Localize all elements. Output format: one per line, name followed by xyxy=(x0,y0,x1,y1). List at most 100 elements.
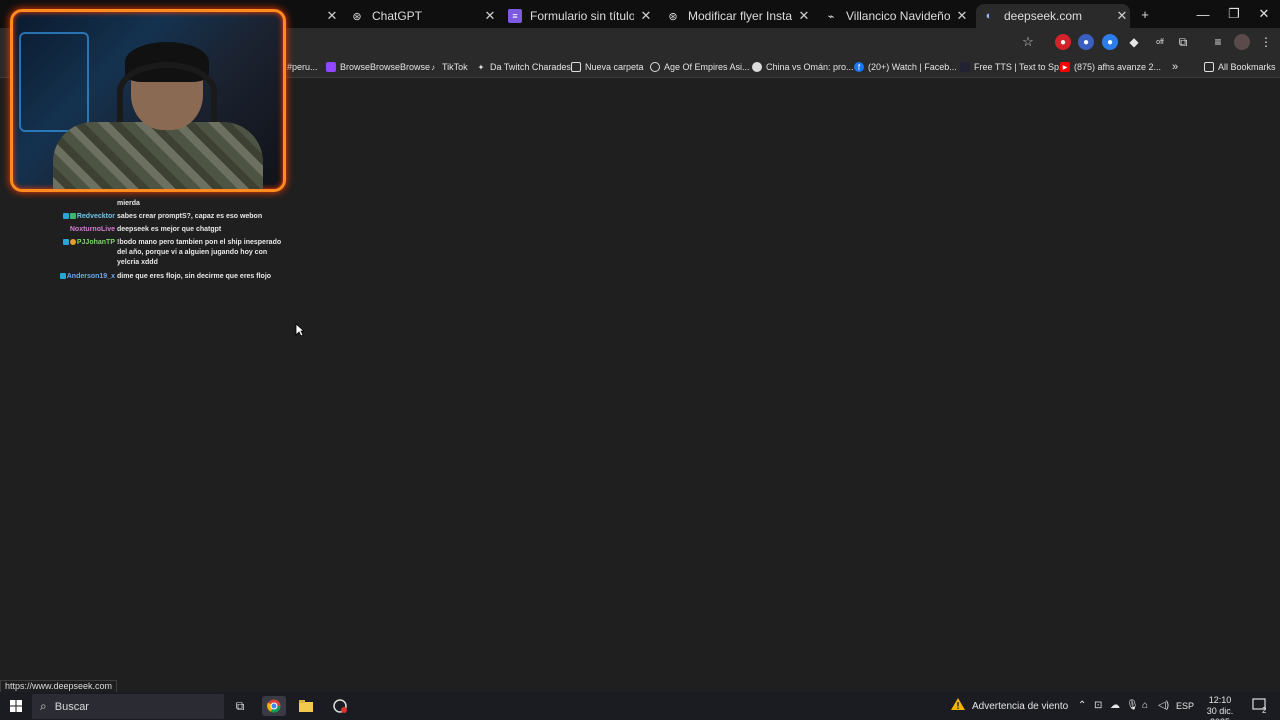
chatgpt-icon: ⊛ xyxy=(668,10,678,23)
tab-label: Formulario sin título - Formulari xyxy=(530,9,634,23)
bookmark-label: Da Twitch Charades xyxy=(490,62,571,72)
chatgpt-icon: ⊛ xyxy=(352,10,362,23)
webcam-overlay xyxy=(10,9,286,192)
clock[interactable]: 12:10 30 dic. 2025 xyxy=(1200,695,1240,720)
mouse-cursor-icon xyxy=(295,323,305,337)
chevron-up-icon[interactable]: ⌃ xyxy=(1078,700,1086,711)
close-icon[interactable]: ✕ xyxy=(638,8,654,24)
task-view-icon[interactable]: ⧉ xyxy=(230,696,250,716)
close-icon[interactable]: ✕ xyxy=(954,8,970,24)
tiktok-icon: ♪ xyxy=(431,62,435,72)
extension-red-icon[interactable]: ● xyxy=(1055,34,1071,50)
bookmark-label: #peru... xyxy=(287,62,318,72)
close-icon[interactable]: ✕ xyxy=(324,8,340,24)
globe-icon xyxy=(650,62,660,72)
chat-username: NoxturnoLive xyxy=(69,226,115,233)
close-icon[interactable]: ✕ xyxy=(796,8,812,24)
bookmark-label: (20+) Watch | Faceb... xyxy=(868,62,957,72)
bookmark-label: Nueva carpeta xyxy=(585,62,644,72)
chat-message: !bodo mano pero tambien pon el ship ines… xyxy=(117,239,282,266)
weather-warning-icon[interactable] xyxy=(950,697,966,714)
facebook-icon: f xyxy=(854,62,864,72)
folder-icon xyxy=(571,62,581,72)
tab-label: ChatGPT xyxy=(372,9,423,23)
clock-date: 30 dic. 2025 xyxy=(1206,706,1234,720)
search-icon: ⌕ xyxy=(40,699,47,713)
folder-icon xyxy=(1204,62,1214,72)
bookmark-label: TikTok xyxy=(442,62,468,72)
forms-icon: ≡ xyxy=(508,9,522,23)
bookmark-item[interactable]: f (20+) Watch | Faceb... xyxy=(854,60,957,74)
meet-now-icon[interactable]: ⊡ xyxy=(1094,700,1102,711)
new-tab-button[interactable]: + xyxy=(1130,4,1160,24)
extension-off-icon[interactable]: off xyxy=(1152,34,1168,50)
tab-villancico[interactable]: ⌁ Villancico Navideño Loco y Me ✕ xyxy=(824,4,970,28)
restore-button[interactable]: ❐ xyxy=(1219,4,1249,24)
tab-modificar-flyer[interactable]: ⊛ Modificar flyer Instagram ✕ xyxy=(666,4,812,28)
tab-chatgpt[interactable]: ⊛ ChatGPT ✕ xyxy=(350,4,498,28)
bookmark-item[interactable]: Free TTS | Text to Sp... xyxy=(960,60,1067,74)
chrome-taskbar-icon[interactable] xyxy=(262,696,286,716)
chat-username-text: Redvecktor xyxy=(76,213,115,220)
streamer-body xyxy=(53,122,263,189)
extension-globe-icon[interactable]: ● xyxy=(1102,34,1118,50)
clock-time: 12:10 xyxy=(1208,695,1232,705)
tab-formulario[interactable]: ≡ Formulario sin título - Formulari ✕ xyxy=(508,4,654,28)
close-window-button[interactable]: ✕ xyxy=(1249,4,1279,24)
bookmark-item[interactable]: ▶ (875) afhs avanze 2... xyxy=(1060,60,1161,74)
twitch-icon xyxy=(326,62,336,72)
bookmark-item[interactable]: BrowseBrowseBrowse xyxy=(326,60,430,74)
cloud-sync-icon[interactable]: ☁ xyxy=(1110,700,1120,711)
bookmarks-overflow-button[interactable]: » xyxy=(1172,60,1178,74)
bookmark-item[interactable]: #peru... xyxy=(287,60,318,74)
close-icon[interactable]: ✕ xyxy=(482,8,498,24)
weather-warning-text[interactable]: Advertencia de viento xyxy=(972,701,1068,712)
chat-username: Anderson19_x xyxy=(40,272,115,282)
bookmark-label: Free TTS | Text to Sp... xyxy=(974,62,1067,72)
close-icon[interactable]: ✕ xyxy=(1114,8,1130,24)
language-indicator[interactable]: ESP xyxy=(1176,701,1194,711)
address-bar[interactable] xyxy=(290,30,1050,54)
extension-blue-icon[interactable]: ● xyxy=(1078,34,1094,50)
notifications-count: 2 xyxy=(1262,706,1267,715)
file-explorer-icon[interactable] xyxy=(296,696,316,716)
profile-avatar-icon[interactable] xyxy=(1234,34,1250,50)
extensions-puzzle-icon[interactable]: ⧉ xyxy=(1175,34,1191,50)
tab-0[interactable]: ✕ xyxy=(300,4,340,28)
obs-record-icon[interactable] xyxy=(330,696,350,716)
tts-icon xyxy=(960,62,970,72)
bookmark-item[interactable]: Nueva carpeta xyxy=(571,60,644,74)
all-bookmarks-button[interactable]: All Bookmarks xyxy=(1204,60,1276,74)
taskbar-search-input[interactable]: ⌕ Buscar xyxy=(32,694,224,719)
microphone-icon[interactable]: 🎙 xyxy=(1126,700,1139,711)
volume-icon[interactable]: ◁) xyxy=(1158,700,1169,711)
led-light-decoration xyxy=(19,32,89,132)
bookmark-item[interactable]: China vs Omán: pro... xyxy=(752,60,854,74)
tab-deepseek[interactable]: ◐ deepseek.com ✕ xyxy=(976,4,1130,28)
chat-username: PJJohanTP xyxy=(40,238,115,248)
windows-start-icon[interactable] xyxy=(6,696,26,716)
bookmark-item[interactable]: ♪ TikTok xyxy=(428,60,468,74)
chat-message: mierda xyxy=(117,200,140,207)
chat-message: sabes crear promptS?, capaz es eso webon xyxy=(117,213,263,220)
extension-diamond-icon[interactable]: ◆ xyxy=(1126,34,1142,50)
network-icon[interactable]: ⌂ xyxy=(1142,700,1148,711)
bits-badge-icon xyxy=(69,239,76,246)
headset-icon xyxy=(117,62,217,122)
puzzle-icon: ✦ xyxy=(477,62,485,72)
bookmark-item[interactable]: ✦ Da Twitch Charades xyxy=(476,60,571,74)
all-bookmarks-label: All Bookmarks xyxy=(1218,62,1276,72)
chat-username: Redvecktor xyxy=(40,212,115,222)
sub-badge-icon xyxy=(62,239,69,246)
chat-username-text: PJJohanTP xyxy=(76,239,115,246)
more-menu-icon[interactable]: ⋮ xyxy=(1258,34,1274,50)
media-control-icon[interactable]: ≡ xyxy=(1210,34,1226,50)
bookmark-star-icon[interactable]: ☆ xyxy=(1020,34,1036,50)
soccer-icon xyxy=(752,62,762,72)
minimize-button[interactable]: — xyxy=(1188,4,1218,24)
link-icon: ⌁ xyxy=(827,10,835,23)
bookmark-label: Age Of Empires Asi... xyxy=(664,62,750,72)
search-placeholder: Buscar xyxy=(54,700,89,713)
bookmark-item[interactable]: Age Of Empires Asi... xyxy=(650,60,750,74)
sub-badge-icon xyxy=(62,213,69,220)
